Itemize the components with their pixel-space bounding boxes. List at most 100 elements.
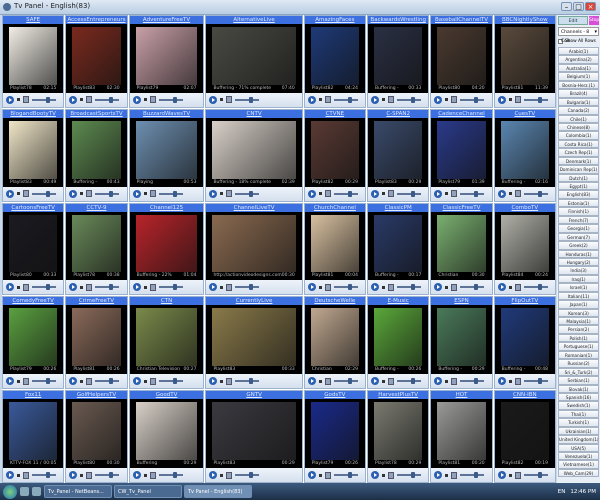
- slider-thumb[interactable]: [109, 96, 114, 103]
- video-frame[interactable]: [135, 120, 198, 179]
- close-button[interactable]: ×: [585, 2, 596, 11]
- video-player[interactable]: Buffering - 46% complete02:16: [494, 117, 555, 193]
- channel-title[interactable]: BuzzardWavesTV: [129, 109, 204, 118]
- channel-title[interactable]: ClassicFreeTV: [431, 203, 492, 212]
- channel-title[interactable]: AdventureFreeTV: [129, 16, 204, 24]
- slider-thumb[interactable]: [172, 96, 177, 103]
- volume-icon[interactable]: [451, 190, 458, 198]
- volume-slider[interactable]: [235, 284, 260, 291]
- volume-icon[interactable]: [451, 471, 458, 479]
- slider-thumb[interactable]: [347, 190, 352, 197]
- video-player[interactable]: Christian Television Network 02:29: [304, 305, 366, 388]
- video-player[interactable]: Christian Television Network 00:30: [431, 211, 492, 294]
- video-frame[interactable]: [135, 214, 198, 273]
- stop-icon[interactable]: [318, 379, 322, 383]
- video-player[interactable]: Playlist79 01:39: [431, 117, 492, 187]
- video-frame[interactable]: [135, 308, 198, 367]
- video-frame[interactable]: [310, 214, 360, 273]
- stop-icon[interactable]: [382, 379, 386, 383]
- play-icon[interactable]: [6, 471, 14, 479]
- category-button[interactable]: Korean(3): [558, 308, 599, 317]
- category-button[interactable]: Vietnamese(1): [558, 460, 599, 469]
- channel-title[interactable]: E-Music: [368, 297, 429, 306]
- volume-icon[interactable]: [226, 377, 233, 385]
- stop-icon[interactable]: [143, 473, 147, 477]
- channel-title[interactable]: GolfHelpersTV: [66, 391, 127, 400]
- stop-icon[interactable]: [80, 379, 84, 383]
- category-button[interactable]: Greek(2): [558, 241, 599, 250]
- video-player[interactable]: http://actionvideodesigns.com 00:30: [206, 211, 302, 281]
- video-frame[interactable]: [135, 27, 198, 85]
- stop-icon[interactable]: [318, 98, 322, 102]
- stop-icon[interactable]: [80, 285, 84, 289]
- video-frame[interactable]: [72, 308, 121, 367]
- slider-thumb[interactable]: [109, 378, 114, 385]
- volume-icon[interactable]: [514, 377, 521, 385]
- video-player[interactable]: Playlist78 02:15: [3, 24, 64, 93]
- stop-icon[interactable]: [508, 379, 512, 383]
- video-player[interactable]: Playing 'www.illumination.tv'00:53: [129, 117, 204, 193]
- volume-slider[interactable]: [32, 284, 56, 291]
- play-icon[interactable]: [307, 377, 316, 386]
- category-button[interactable]: Costa Rica(1): [558, 139, 599, 149]
- play-icon[interactable]: [132, 283, 141, 292]
- video-frame[interactable]: [374, 308, 423, 367]
- volume-slider[interactable]: [460, 190, 485, 197]
- volume-slider[interactable]: [235, 472, 260, 478]
- video-frame[interactable]: [212, 27, 296, 85]
- start-button[interactable]: [3, 484, 17, 499]
- category-button[interactable]: Dominican Rep(1): [558, 165, 599, 174]
- play-icon[interactable]: [434, 377, 443, 386]
- volume-icon[interactable]: [388, 96, 395, 104]
- video-frame[interactable]: [437, 402, 486, 460]
- volume-slider[interactable]: [32, 378, 56, 385]
- category-button[interactable]: Iraq(1): [558, 274, 599, 284]
- video-frame[interactable]: [310, 308, 360, 367]
- play-icon[interactable]: [209, 283, 218, 292]
- category-button[interactable]: Canada(2): [558, 106, 599, 115]
- channel-title[interactable]: ChurchChannel: [304, 203, 366, 212]
- video-frame[interactable]: [500, 120, 549, 179]
- category-button[interactable]: Malaysia(1): [558, 317, 599, 326]
- slider-thumb[interactable]: [537, 190, 542, 197]
- volume-slider[interactable]: [235, 96, 260, 103]
- slider-thumb[interactable]: [474, 472, 479, 478]
- volume-icon[interactable]: [149, 96, 156, 104]
- video-frame[interactable]: [500, 308, 549, 367]
- volume-icon[interactable]: [324, 190, 331, 198]
- volume-slider[interactable]: [460, 378, 485, 385]
- video-frame[interactable]: [437, 214, 486, 273]
- category-button[interactable]: Ukrainian(1): [558, 426, 599, 436]
- volume-icon[interactable]: [388, 190, 395, 198]
- stop-icon[interactable]: [382, 473, 386, 477]
- video-frame[interactable]: [135, 402, 198, 460]
- volume-slider[interactable]: [397, 96, 422, 103]
- volume-icon[interactable]: [149, 190, 156, 198]
- category-button[interactable]: Sri_&_Turk(2): [558, 367, 599, 377]
- video-player[interactable]: Playlist83 02:30: [66, 24, 127, 93]
- slider-thumb[interactable]: [172, 284, 177, 291]
- video-frame[interactable]: [72, 120, 121, 179]
- slider-thumb[interactable]: [474, 378, 479, 385]
- channel-title[interactable]: CTN: [129, 297, 204, 306]
- volume-slider[interactable]: [32, 96, 56, 103]
- slider-thumb[interactable]: [474, 284, 479, 291]
- slider-thumb[interactable]: [411, 378, 416, 385]
- stop-icon[interactable]: [80, 473, 84, 477]
- volume-slider[interactable]: [333, 284, 358, 291]
- play-icon[interactable]: [497, 95, 506, 104]
- stop-icon[interactable]: [508, 98, 512, 102]
- category-button[interactable]: USA(5): [558, 443, 599, 452]
- video-frame[interactable]: [212, 402, 296, 460]
- volume-icon[interactable]: [514, 96, 521, 104]
- video-player[interactable]: Playlist82 00:29: [304, 117, 366, 187]
- category-button[interactable]: Georgia(1): [558, 224, 599, 233]
- clock[interactable]: 12:46 PM: [570, 489, 596, 495]
- category-button[interactable]: Italian(11): [558, 291, 599, 301]
- channel-title[interactable]: ChannelLiveTV: [206, 203, 302, 212]
- volume-slider[interactable]: [397, 284, 422, 291]
- category-button[interactable]: Russian(2): [558, 359, 599, 368]
- category-button[interactable]: Arabic(1): [558, 47, 599, 56]
- volume-icon[interactable]: [23, 283, 29, 291]
- video-frame[interactable]: [9, 27, 58, 85]
